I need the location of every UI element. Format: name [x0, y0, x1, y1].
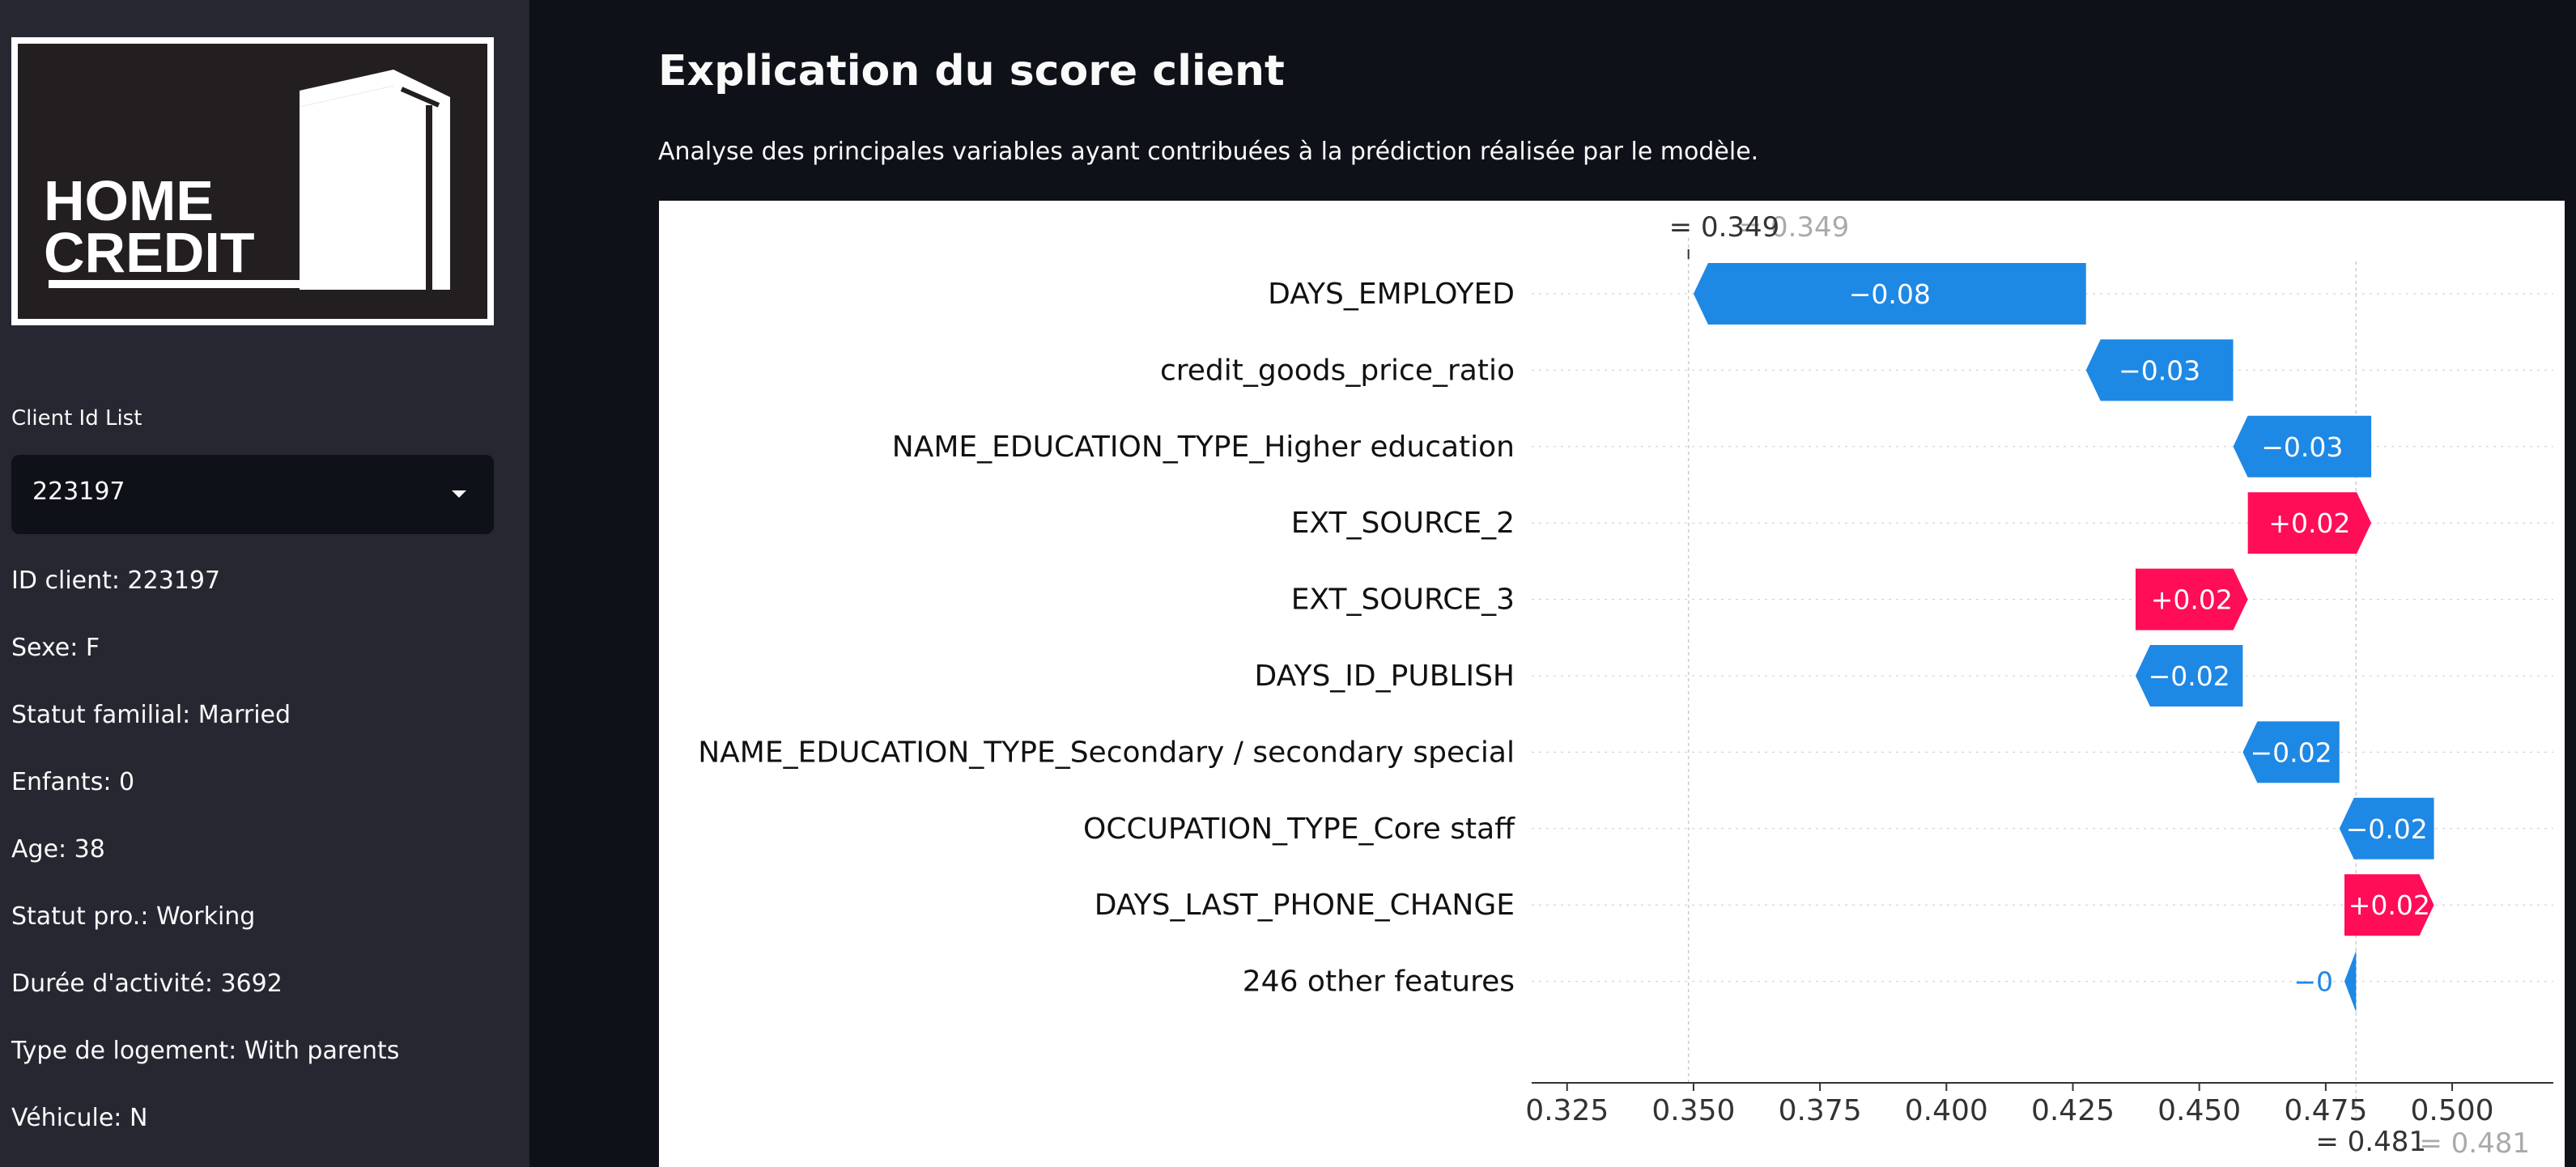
info-client-id: ID client: 223197	[11, 567, 221, 595]
home-credit-logo: HOME CREDIT	[11, 37, 494, 325]
bar-value-label: −0.03	[2119, 354, 2200, 386]
info-statut-pro: Statut pro.: Working	[11, 902, 256, 931]
chevron-down-icon[interactable]	[452, 490, 466, 498]
x-tick-label: 0.325	[1525, 1094, 1609, 1127]
bar-value-label: −0.02	[2250, 736, 2332, 768]
bar-value-label: −0.08	[1849, 278, 1931, 310]
bar-value-label: −0.02	[2346, 813, 2428, 845]
x-tick-label: 0.500	[2411, 1094, 2494, 1127]
feature-label: 246 other features	[1243, 965, 1515, 999]
logo-text-credit: CREDIT	[44, 221, 255, 284]
x-tick-label: 0.400	[1905, 1094, 1988, 1127]
bar-value-label: +0.02	[2151, 584, 2233, 616]
info-vehicule: Véhicule: N	[11, 1104, 148, 1132]
bar-value-label: −0.03	[2261, 431, 2343, 463]
info-age: Age: 38	[11, 835, 105, 864]
waterfall-svg: = 0.349= 0.349DAYS_EMPLOYED −0.08credit_g…	[698, 211, 2553, 1160]
feature-label: DAYS_EMPLOYED	[1268, 278, 1515, 311]
info-duree-activite: Durée d'activité: 3692	[11, 970, 283, 998]
feature-label: OCCUPATION_TYPE_Core staff	[1083, 813, 1515, 846]
feature-label: DAYS_LAST_PHONE_CHANGE	[1095, 889, 1515, 922]
x-tick-label: 0.475	[2284, 1094, 2367, 1127]
bar-value-label: −0	[2293, 966, 2333, 998]
client-id-select-value: 223197	[32, 477, 125, 506]
info-enfants: Enfants: 0	[11, 768, 135, 796]
client-id-select[interactable]: 223197	[11, 455, 494, 534]
sidebar: HOME CREDIT Client Id List 223197 ID cli…	[0, 0, 529, 1167]
feature-label: EXT_SOURCE_3	[1291, 584, 1515, 617]
base-value-label: = 0.481	[2315, 1126, 2426, 1158]
info-statut-familial: Statut familial: Married	[11, 701, 291, 729]
x-tick-label: 0.350	[1651, 1094, 1735, 1127]
final-value-label: = 0.349	[1669, 211, 1780, 244]
bar-value-label: +0.02	[2268, 507, 2350, 539]
feature-label: NAME_EDUCATION_TYPE_Secondary / secondar…	[698, 736, 1515, 769]
feature-label: credit_goods_price_ratio	[1160, 354, 1515, 387]
feature-label: DAYS_ID_PUBLISH	[1255, 660, 1515, 693]
feature-label: EXT_SOURCE_2	[1291, 507, 1515, 540]
x-tick-label: 0.425	[2031, 1094, 2115, 1127]
shap-bar	[2344, 950, 2357, 1012]
page-subtitle: Analyse des principales variables ayant …	[658, 138, 1759, 166]
info-sexe: Sexe: F	[11, 634, 100, 662]
page-title: Explication du score client	[658, 47, 1285, 95]
info-type-logement: Type de logement: With parents	[11, 1037, 400, 1065]
bar-value-label: +0.02	[2349, 889, 2430, 921]
shap-waterfall-chart: = 0.349 = 0.349 DAYS_EMPLOYED −0.08 credit_g…	[659, 201, 2565, 1167]
client-select-label: Client Id List	[11, 406, 142, 431]
x-tick-label: 0.375	[1779, 1094, 1862, 1127]
x-tick-label: 0.450	[2157, 1094, 2241, 1127]
feature-label: NAME_EDUCATION_TYPE_Higher education	[892, 431, 1515, 464]
bar-value-label: −0.02	[2149, 660, 2230, 692]
base-value-ghost-label: = 0.481	[2419, 1127, 2530, 1160]
